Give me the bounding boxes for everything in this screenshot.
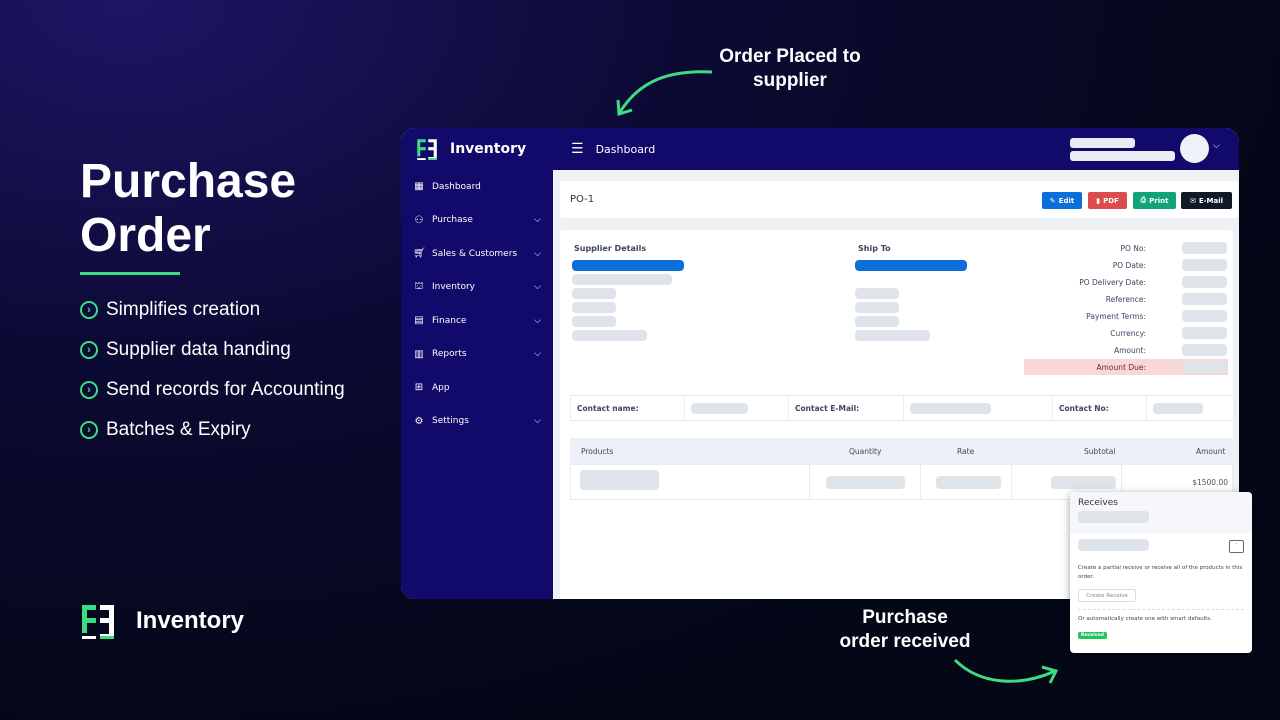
chevron-circle-icon: › (80, 381, 98, 399)
meta-value (1182, 293, 1227, 305)
edit-icon: ✎ (1049, 196, 1056, 205)
annotation-order-received: Purchase order received (839, 607, 971, 652)
toggle-checkbox[interactable]: · (1229, 540, 1244, 553)
hero-title: Purchase Order (80, 155, 297, 262)
meta-label: PO Date: (1112, 261, 1146, 270)
chevron-down-icon[interactable]: ⌵ (534, 282, 541, 292)
mail-icon: ✉ (1189, 196, 1196, 205)
supplier-name[interactable] (572, 260, 684, 271)
meta-value (1182, 259, 1227, 271)
contact-name-label: Contact name: (570, 395, 685, 421)
app-header: Inventory ☰ Dashboard ⌵ (401, 128, 1239, 170)
annotation-order-placed: Order Placed to supplier (719, 46, 861, 91)
chevron-down-icon[interactable]: ⌵ (534, 349, 541, 359)
chevron-down-icon[interactable]: ⌵ (534, 416, 541, 426)
arrow-icon (953, 658, 1059, 684)
logo-icon (417, 139, 437, 160)
arrow-icon (616, 70, 713, 116)
meta-value (1182, 361, 1227, 373)
chevron-down-icon[interactable]: ⌵ (534, 215, 541, 225)
print-button[interactable]: ⎙ Print (1133, 192, 1176, 209)
user-name-placeholder (1070, 138, 1135, 148)
feature-item: › Simplifies creation (80, 299, 260, 321)
meta-label: PO No: (1120, 244, 1146, 253)
po-header-card: PO-1 ✎ Edit ▮ PDF ⎙ Print ✉ E-Mail (560, 181, 1238, 218)
gear-icon: ⚙ (414, 415, 424, 427)
received-badge: Received (1078, 632, 1107, 639)
cart-icon: 🛒︎ (413, 248, 426, 260)
menu-icon[interactable]: ☰ (571, 141, 584, 157)
po-title: PO-1 (570, 194, 595, 205)
sidebar-item-app[interactable]: ⊞ App (401, 371, 553, 405)
create-receive-button[interactable]: Create Receive (1078, 589, 1136, 602)
sidebar-item-dashboard[interactable]: ▦ Dashboard (401, 170, 553, 204)
header-title: Dashboard (595, 142, 656, 156)
meta-label: Amount Due: (1096, 363, 1146, 372)
receives-panel: Receives · Create a partial receive or r… (1070, 492, 1252, 653)
table-header (570, 438, 1233, 464)
users-icon: ⚇ (414, 214, 424, 226)
sidebar-item-finance[interactable]: ▤ Finance ⌵ (401, 304, 553, 338)
grid-icon: ⊞ (414, 382, 424, 394)
chevron-down-icon[interactable]: ⌵ (1213, 141, 1220, 151)
contact-phone-label: Contact No: (1052, 395, 1147, 421)
chevron-down-icon[interactable]: ⌵ (534, 249, 541, 259)
finance-icon: ▤ (414, 315, 424, 327)
warehouse-icon: ⛫ (414, 280, 424, 292)
sidebar-item-inventory[interactable]: ⛫ Inventory ⌵ (401, 271, 553, 305)
chevron-down-icon[interactable]: ⌵ (534, 316, 541, 326)
meta-value (1182, 344, 1227, 356)
title-underline (80, 272, 180, 275)
file-icon: ▮ (1096, 196, 1101, 205)
printer-icon: ⎙ (1140, 196, 1147, 204)
chevron-circle-icon: › (80, 341, 98, 359)
meta-label: Payment Terms: (1086, 312, 1146, 321)
user-email-placeholder (1070, 151, 1175, 161)
pdf-button[interactable]: ▮ PDF (1088, 192, 1127, 209)
dashboard-icon: ▦ (414, 181, 424, 193)
meta-value (1182, 310, 1227, 322)
feature-item: › Send records for Accounting (80, 379, 345, 401)
meta-value (1182, 327, 1227, 339)
meta-value (1182, 276, 1227, 288)
app-brand: Inventory (450, 141, 527, 157)
logo-icon (82, 605, 114, 639)
row-amount: $1500.00 (1192, 478, 1228, 487)
ship-to-name[interactable] (855, 260, 967, 271)
meta-value (1182, 242, 1227, 254)
chevron-circle-icon: › (80, 301, 98, 319)
sidebar-item-settings[interactable]: ⚙ Settings ⌵ (401, 405, 553, 439)
sidebar: ▦ Dashboard ⚇ Purchase ⌵ 🛒︎ Sales & Customers ⌵… (401, 170, 553, 599)
brand-logo: Inventory (80, 603, 244, 639)
sidebar-item-sales-customers[interactable]: 🛒︎ Sales & Customers ⌵ (401, 237, 553, 271)
meta-label: Currency: (1110, 329, 1146, 338)
sidebar-item-purchase[interactable]: ⚇ Purchase ⌵ (401, 204, 553, 238)
feature-item: › Batches & Expiry (80, 419, 251, 441)
meta-label: PO Delivery Date: (1079, 278, 1146, 287)
supplier-heading: Supplier Details (574, 244, 647, 253)
chevron-circle-icon: › (80, 421, 98, 439)
meta-label: Reference: (1105, 295, 1146, 304)
email-button[interactable]: ✉ E-Mail (1181, 192, 1232, 209)
edit-button[interactable]: ✎ Edit (1042, 192, 1082, 209)
sidebar-item-reports[interactable]: ▥ Reports ⌵ (401, 338, 553, 372)
receives-title: Receives (1078, 498, 1118, 508)
meta-label: Amount: (1114, 346, 1146, 355)
contact-email-label: Contact E-Mail: (788, 395, 904, 421)
ship-to-heading: Ship To (858, 244, 891, 253)
chart-icon: ▥ (414, 348, 424, 360)
avatar[interactable] (1180, 134, 1209, 163)
feature-item: › Supplier data handing (80, 339, 291, 361)
